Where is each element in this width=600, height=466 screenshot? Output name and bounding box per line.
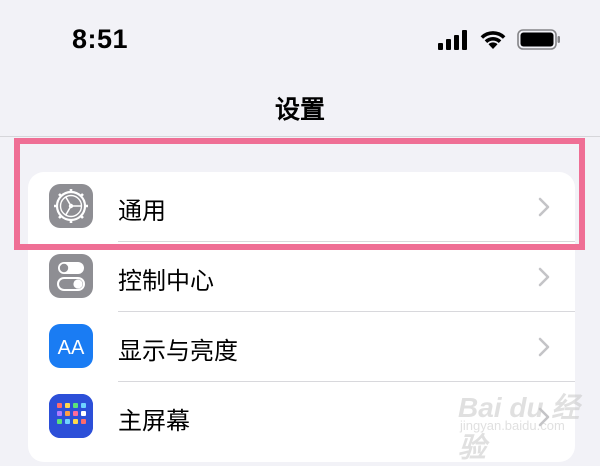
battery-icon	[517, 29, 560, 50]
page-title: 设置	[274, 95, 325, 124]
settings-row-label: 控制中心	[118, 267, 214, 295]
status-bar: 8:51	[0, 0, 600, 80]
toggle-switches-icon	[49, 254, 93, 298]
status-time: 8:51	[72, 24, 129, 54]
settings-row-label: 主屏幕	[118, 407, 190, 435]
settings-row-general[interactable]: 通用	[28, 172, 575, 242]
text-size-icon: AA	[49, 324, 93, 368]
settings-row-display-brightness[interactable]: AA 显示与亮度	[28, 312, 575, 382]
svg-text:AA: AA	[58, 337, 85, 359]
chevron-right-icon	[538, 267, 550, 287]
settings-row-label: 通用	[118, 197, 166, 225]
home-screen-grid-icon	[49, 394, 93, 438]
watermark: Bai du 经验 jingyan.baidu.com	[458, 386, 598, 463]
chevron-right-icon	[538, 197, 550, 217]
wifi-icon	[480, 31, 506, 49]
settings-row-control-center[interactable]: 控制中心	[28, 242, 575, 312]
signal-icon	[438, 30, 467, 50]
chevron-right-icon	[538, 337, 550, 357]
nav-divider	[0, 136, 600, 137]
watermark-url: jingyan.baidu.com	[460, 418, 565, 433]
settings-row-label: 显示与亮度	[118, 337, 238, 365]
gear-icon	[49, 184, 93, 228]
